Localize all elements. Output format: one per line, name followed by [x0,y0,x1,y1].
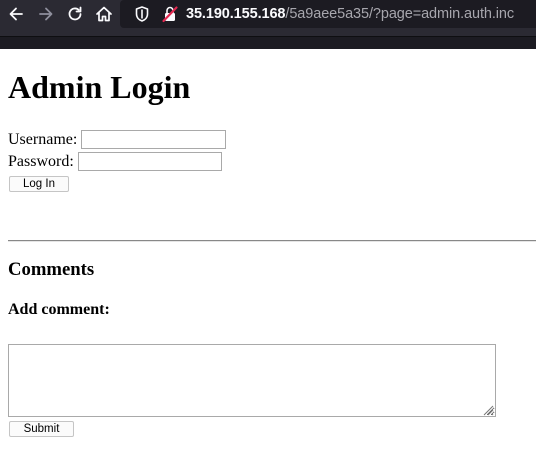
password-input[interactable] [78,152,222,171]
page-title: Admin Login [8,69,191,105]
back-icon[interactable] [6,4,26,24]
submit-button[interactable]: Submit [9,421,74,437]
browser-toolbar: 35.190.155.168/5a9aee5a35/?page=admin.au… [0,0,536,36]
add-comment-heading: Add comment: [8,301,110,318]
login-button[interactable]: Log In [9,176,69,192]
home-icon[interactable] [94,4,114,24]
page-content: Admin Login Username: Password: Log In C… [0,48,536,465]
url-text[interactable]: 35.190.155.168/5a9aee5a35/?page=admin.au… [186,5,514,23]
url-path: /5a9aee5a35/?page=admin.auth.inc [285,6,515,22]
username-label: Username: [8,131,78,148]
comments-heading: Comments [8,259,95,280]
forward-icon[interactable] [36,4,56,24]
url-host: 35.190.155.168 [186,6,286,22]
reload-icon[interactable] [65,4,85,24]
tracking-protection-icon[interactable] [132,4,152,24]
password-label: Password: [8,153,74,170]
horizontal-divider [8,240,536,242]
comment-textarea[interactable] [8,344,496,417]
insecure-connection-icon[interactable] [160,4,180,24]
resize-grip-icon[interactable] [481,403,494,416]
username-input[interactable] [81,130,226,149]
